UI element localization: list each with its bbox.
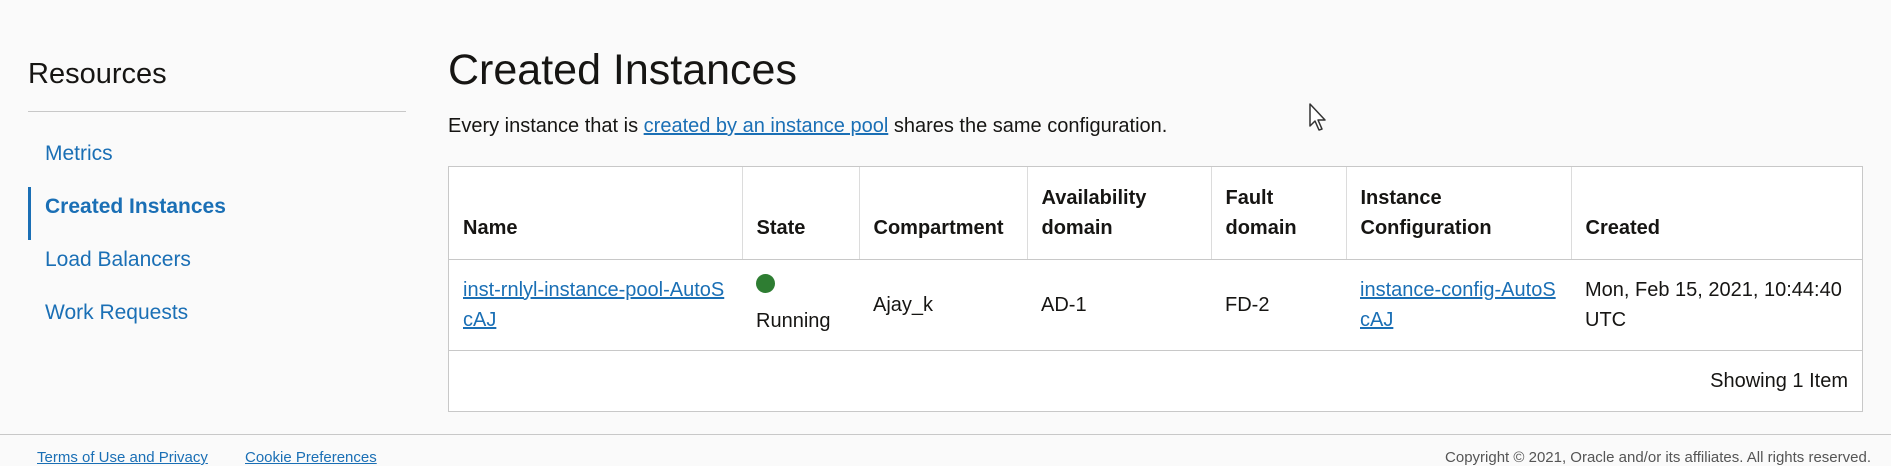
main-content: Created Instances Every instance that is…: [448, 40, 1863, 412]
sidebar-item-metrics[interactable]: Metrics: [28, 134, 406, 187]
page-footer: Terms of Use and Privacy Cookie Preferen…: [0, 434, 1891, 466]
column-header-fault-domain[interactable]: Fault domain: [1211, 167, 1347, 260]
cell-instance-configuration: instance-config-AutoScAJ: [1346, 259, 1571, 351]
sidebar-item-created-instances[interactable]: Created Instances: [28, 187, 406, 240]
sidebar-item-load-balancers[interactable]: Load Balancers: [28, 240, 406, 293]
column-header-compartment[interactable]: Compartment: [859, 167, 1028, 260]
cell-fault-domain: FD-2: [1211, 259, 1346, 351]
column-header-state[interactable]: State: [742, 167, 860, 260]
column-header-instance-configuration[interactable]: Instance Configuration: [1346, 167, 1572, 260]
column-header-created[interactable]: Created: [1571, 167, 1862, 260]
cell-state: Running: [742, 259, 859, 351]
resources-sidebar: Resources Metrics Created Instances Load…: [28, 40, 406, 346]
intro-prefix: Every instance that is: [448, 115, 644, 137]
table-header-row: Name State Compartment Availability doma…: [449, 167, 1862, 260]
instance-name-link[interactable]: inst-rnlyl-instance-pool-AutoScAJ: [463, 279, 724, 331]
table-row: inst-rnlyl-instance-pool-AutoScAJ Runnin…: [449, 259, 1862, 351]
column-header-name[interactable]: Name: [449, 167, 743, 260]
page-title: Created Instances: [448, 46, 797, 94]
cell-compartment: Ajay_k: [859, 259, 1027, 351]
table-item-count: Showing 1 Item: [1710, 369, 1848, 392]
instances-table: Name State Compartment Availability doma…: [448, 166, 1863, 412]
cell-availability-domain: AD-1: [1027, 259, 1211, 351]
sidebar-title: Resources: [28, 40, 406, 112]
intro-text: Every instance that is created by an ins…: [448, 112, 1863, 140]
cell-created: Mon, Feb 15, 2021, 10:44:40 UTC: [1571, 259, 1862, 351]
mouse-pointer-icon: [1309, 103, 1326, 131]
intro-suffix: shares the same configuration.: [888, 115, 1168, 137]
instance-configuration-link[interactable]: instance-config-AutoScAJ: [1360, 279, 1556, 331]
instance-pool-link[interactable]: created by an instance pool: [644, 115, 889, 137]
column-header-availability-domain[interactable]: Availability domain: [1027, 167, 1212, 260]
sidebar-item-work-requests[interactable]: Work Requests: [28, 293, 406, 346]
resources-nav: Metrics Created Instances Load Balancers…: [28, 112, 406, 346]
state-label: Running: [756, 309, 831, 332]
cell-name: inst-rnlyl-instance-pool-AutoScAJ: [449, 259, 742, 351]
running-status-icon: [756, 273, 775, 293]
